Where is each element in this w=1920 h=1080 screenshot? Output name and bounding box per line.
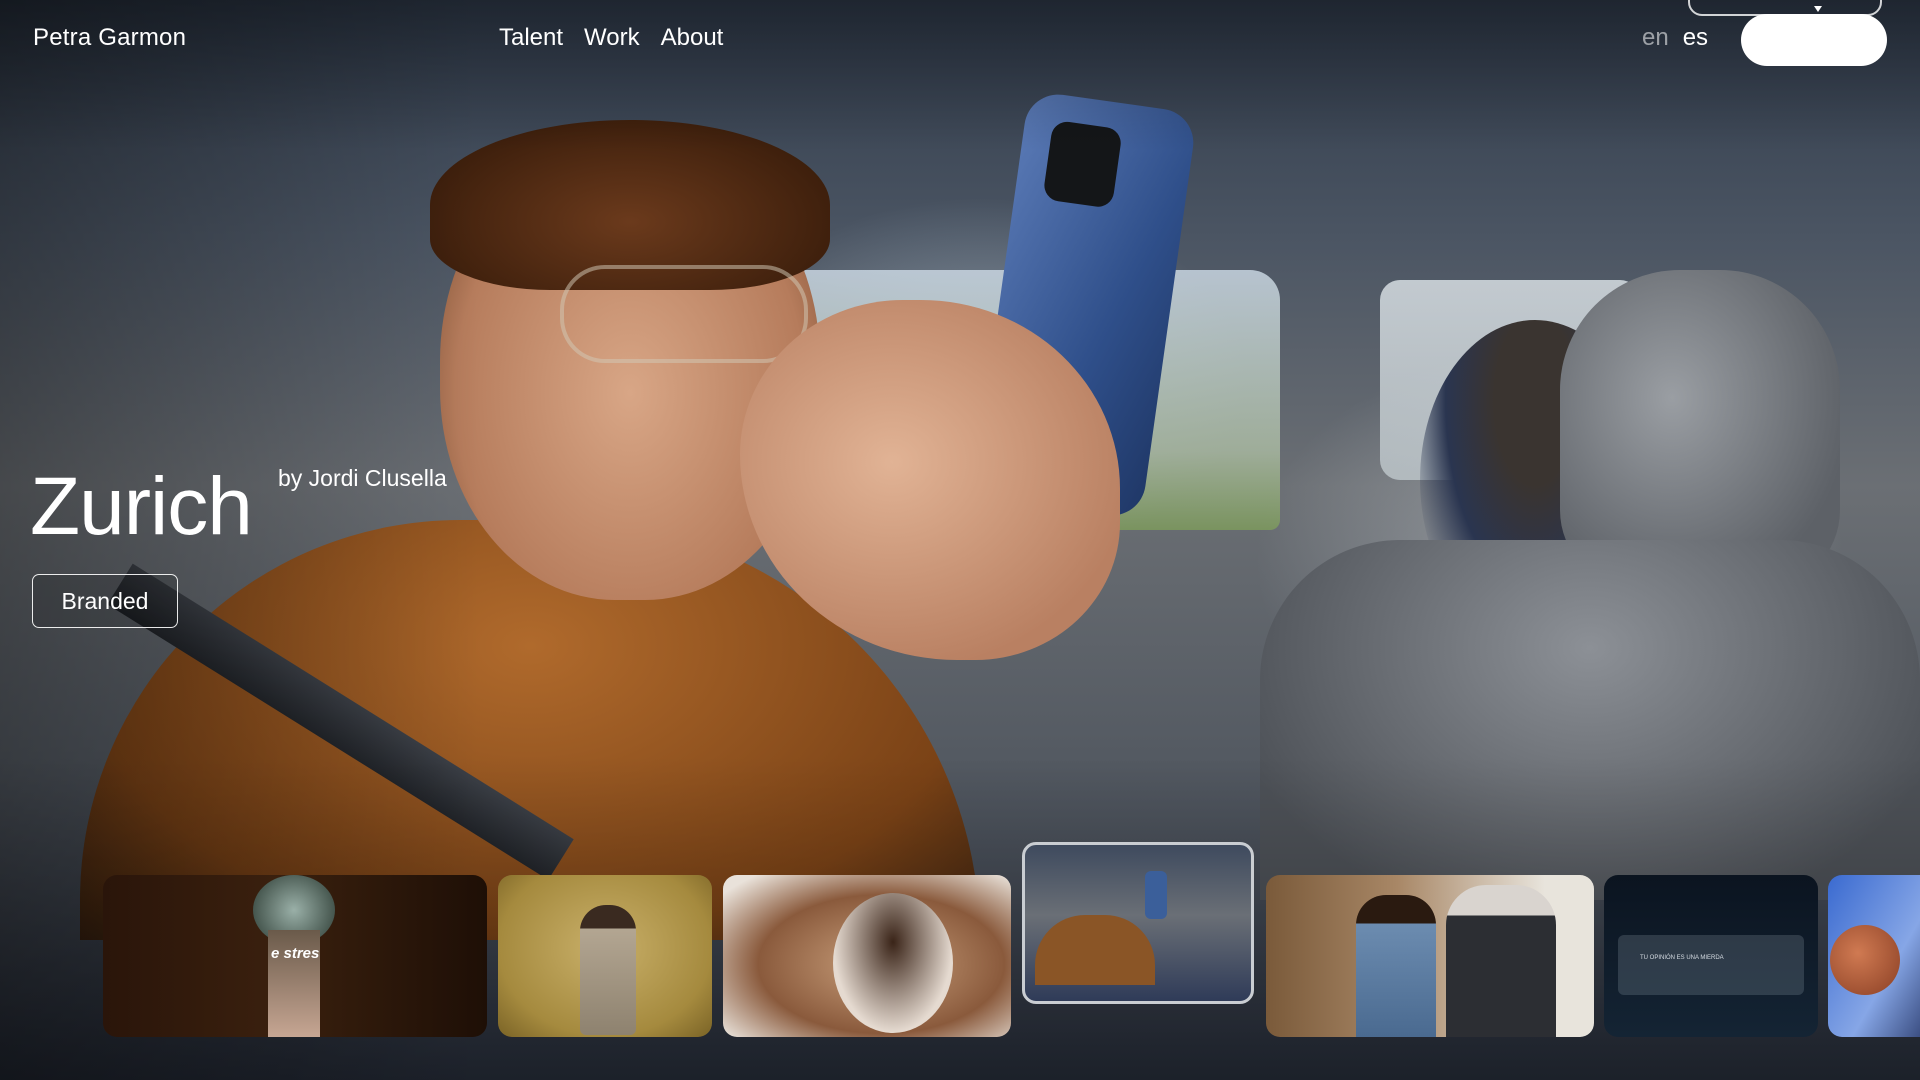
- project-title: Zurich: [30, 461, 253, 552]
- menu-button[interactable]: [1741, 14, 1887, 66]
- thumbnail-figure: [580, 905, 636, 1035]
- caret-down-icon: [1814, 6, 1822, 12]
- nav-about[interactable]: About: [661, 24, 724, 52]
- project-thumbnail-active[interactable]: [1022, 842, 1254, 1004]
- project-thumbnail[interactable]: [498, 875, 712, 1037]
- thumbnail-figure: [1446, 885, 1556, 1037]
- project-thumbnail[interactable]: e stres: [103, 875, 487, 1037]
- main-nav: Talent Work About: [499, 24, 723, 52]
- project-thumbnail[interactable]: [1828, 875, 1920, 1037]
- project-byline[interactable]: by Jordi Clusella: [278, 465, 447, 492]
- language-switcher: en es: [1642, 24, 1708, 52]
- thumbnail-figure: [1356, 895, 1436, 1037]
- lang-en[interactable]: en: [1642, 24, 1669, 52]
- thumbnail-figure: [1035, 915, 1155, 985]
- thumbnail-figure: [833, 893, 953, 1033]
- category-tag-button[interactable]: Branded: [32, 574, 178, 628]
- thumbnail-caption: e stres: [271, 945, 320, 962]
- thumbnail-caption: TU OPINIÓN ES UNA MIERDA: [1640, 955, 1724, 961]
- project-thumbnail[interactable]: [1266, 875, 1594, 1037]
- project-thumbnail[interactable]: TU OPINIÓN ES UNA MIERDA: [1604, 875, 1818, 1037]
- lang-es[interactable]: es: [1683, 24, 1708, 52]
- thumbnail-card: TU OPINIÓN ES UNA MIERDA: [1618, 935, 1804, 995]
- brand-logo[interactable]: Petra Garmon: [33, 24, 186, 52]
- thumbnail-ball: [1830, 925, 1900, 995]
- thumbnail-phone: [1145, 871, 1167, 919]
- nav-talent[interactable]: Talent: [499, 24, 563, 52]
- nav-work[interactable]: Work: [584, 24, 640, 52]
- project-thumbnail[interactable]: [723, 875, 1011, 1037]
